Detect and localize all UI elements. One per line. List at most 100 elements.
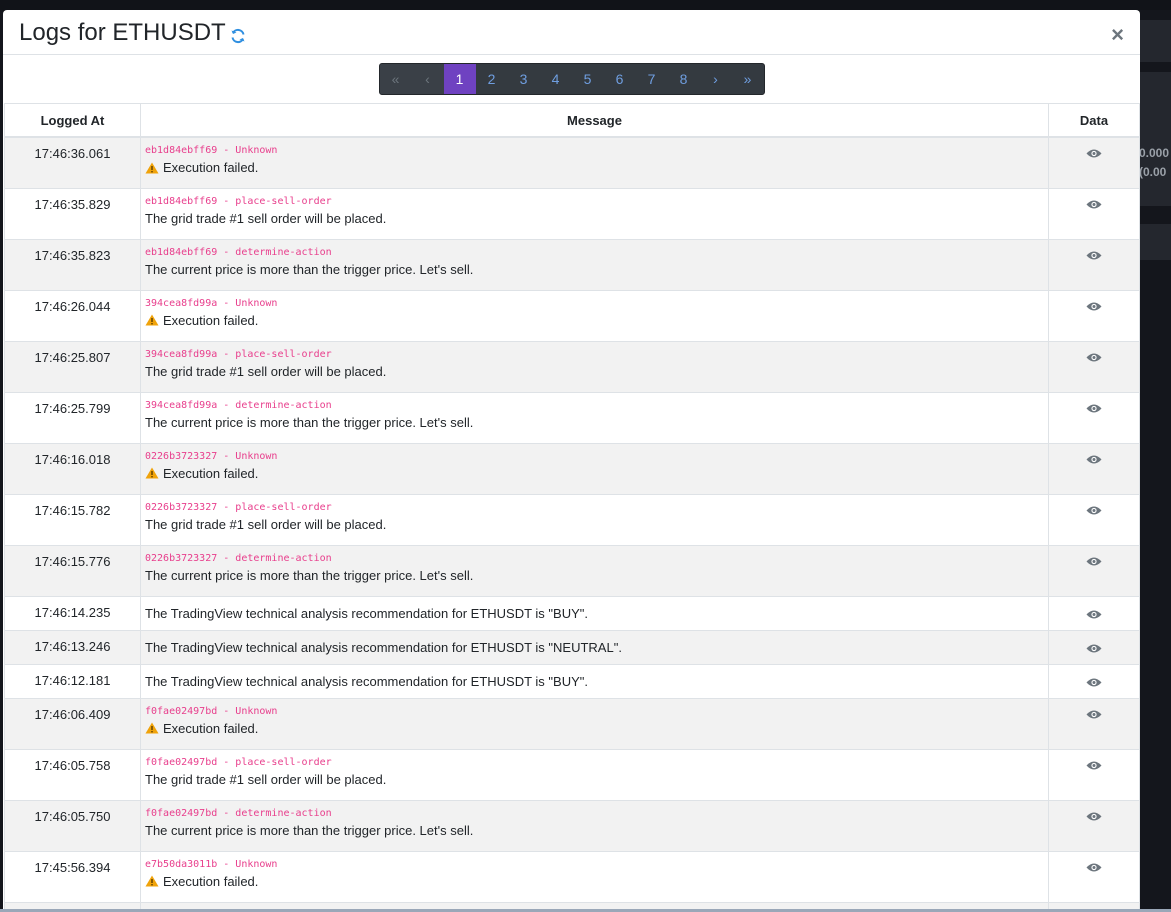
page-3-button[interactable]: 3 — [508, 64, 540, 94]
log-message-text: The grid trade #1 sell order will be pla… — [145, 771, 387, 787]
data-cell — [1048, 340, 1140, 393]
table-row: 17:46:15.782 0226b3723327 - place-sell-or… — [4, 493, 1140, 546]
eye-icon[interactable] — [1086, 555, 1102, 566]
page-8-button[interactable]: 8 — [668, 64, 700, 94]
page-prev-button[interactable]: ‹ — [411, 64, 444, 94]
table-row: 17:46:06.409 f0fae02497bd - Unknown Execut… — [4, 697, 1140, 750]
logged-at-cell: 17:46:06.409 — [4, 697, 141, 750]
table-row: 17:46:16.018 0226b3723327 - Unknown Execut… — [4, 442, 1140, 495]
log-message: Execution failed. — [145, 721, 1044, 736]
eye-icon[interactable] — [1086, 861, 1102, 872]
table-row: 17:46:15.776 0226b3723327 - determine-act… — [4, 544, 1140, 597]
logged-at-cell: 17:46:15.776 — [4, 544, 141, 597]
warning-icon — [145, 875, 159, 887]
logs-modal: Logs for ETHUSDT × « ‹ 1 2 3 4 5 6 7 8 ›… — [3, 10, 1140, 912]
backdrop — [0, 0, 1171, 10]
page-first-button[interactable]: « — [379, 64, 412, 94]
eye-icon[interactable] — [1086, 810, 1102, 821]
eye-icon[interactable] — [1086, 198, 1102, 209]
log-source: 0226b3723327 - Unknown — [145, 450, 278, 462]
message-cell: 0226b3723327 - determine-action The curre… — [140, 544, 1049, 597]
page-last-button[interactable]: » — [732, 64, 764, 94]
eye-icon[interactable] — [1086, 676, 1102, 687]
logged-at-cell: 17:45:56.394 — [4, 850, 141, 903]
data-cell — [1048, 187, 1140, 240]
log-message-text: Execution failed. — [163, 160, 259, 175]
message-cell: The TradingView technical analysis recom… — [140, 629, 1049, 665]
table-row: 17:46:35.829 eb1d84ebff69 - place-sell-or… — [4, 187, 1140, 240]
pagination: « ‹ 1 2 3 4 5 6 7 8 › » — [378, 63, 765, 95]
background-panel — [1140, 224, 1171, 260]
table-row: 17:46:36.061 eb1d84ebff69 - Unknown Execut… — [4, 136, 1140, 189]
log-message-text: The current price is more than the trigg… — [145, 261, 474, 277]
log-message: The TradingView technical analysis recom… — [145, 606, 1044, 621]
log-source: e7b50da3011b - Unknown — [145, 858, 278, 870]
log-source: eb1d84ebff69 - Unknown — [145, 145, 278, 156]
message-cell: 394cea8fd99a - determine-action The curre… — [140, 391, 1049, 444]
close-button[interactable]: × — [1111, 24, 1124, 46]
logged-at-cell: 17:46:05.750 — [4, 799, 141, 852]
eye-icon[interactable] — [1086, 759, 1102, 770]
eye-icon[interactable] — [1086, 608, 1102, 619]
logged-at-cell: 17:46:14.235 — [4, 595, 141, 631]
log-message: The current price is more than the trigg… — [145, 262, 1044, 277]
table-row: 17:46:35.823 eb1d84ebff69 - determine-act… — [4, 238, 1140, 291]
close-icon: × — [1111, 22, 1124, 47]
log-message-text: The grid trade #1 sell order will be pla… — [145, 363, 387, 379]
message-cell: 0226b3723327 - Unknown Execution failed. — [140, 442, 1049, 495]
message-cell: f0fae02497bd - Unknown Execution failed. — [140, 697, 1049, 750]
log-message: Execution failed. — [145, 160, 1044, 175]
message-cell: 0226b3723327 - place-sell-order The grid … — [140, 493, 1049, 546]
data-cell — [1048, 663, 1140, 699]
log-source: eb1d84ebff69 - determine-action — [145, 246, 332, 258]
warning-icon — [145, 467, 159, 479]
message-cell: eb1d84ebff69 - determine-action The curre… — [140, 238, 1049, 291]
data-cell — [1048, 289, 1140, 342]
data-cell — [1048, 748, 1140, 801]
log-source: 394cea8fd99a - determine-action — [145, 399, 332, 411]
log-message-text: The TradingView technical analysis recom… — [145, 639, 622, 655]
message-cell: eb1d84ebff69 - Unknown Execution failed. — [140, 136, 1049, 189]
background-panel — [1140, 20, 1171, 62]
logged-at-cell: 17:46:35.823 — [4, 238, 141, 291]
page-7-button[interactable]: 7 — [636, 64, 668, 94]
table-row: 17:46:12.181 The TradingView technical an… — [4, 663, 1140, 699]
log-message-text: The grid trade #1 sell order will be pla… — [145, 516, 387, 532]
warning-icon — [145, 162, 159, 174]
modal-title: Logs for ETHUSDT — [19, 19, 246, 47]
data-cell — [1048, 544, 1140, 597]
log-message-text: Execution failed. — [163, 312, 259, 328]
eye-icon[interactable] — [1086, 504, 1102, 515]
page-4-button[interactable]: 4 — [540, 64, 572, 94]
log-source: f0fae02497bd - place-sell-order — [145, 756, 332, 768]
data-cell — [1048, 493, 1140, 546]
log-message: The grid trade #1 sell order will be pla… — [145, 517, 1044, 532]
log-message-text: The current price is more than the trigg… — [145, 567, 474, 583]
eye-icon[interactable] — [1086, 300, 1102, 311]
column-header-logged-at: Logged At — [4, 103, 141, 138]
log-message: The grid trade #1 sell order will be pla… — [145, 772, 1044, 787]
data-cell — [1048, 850, 1140, 903]
data-cell — [1048, 697, 1140, 750]
table-row: 17:46:26.044 394cea8fd99a - Unknown Execut… — [4, 289, 1140, 342]
page-5-button[interactable]: 5 — [572, 64, 604, 94]
eye-icon[interactable] — [1086, 147, 1102, 158]
logged-at-cell: 17:46:13.246 — [4, 629, 141, 665]
log-source: eb1d84ebff69 - place-sell-order — [145, 195, 332, 207]
page-6-button[interactable]: 6 — [604, 64, 636, 94]
log-source: f0fae02497bd - determine-action — [145, 807, 332, 819]
logs-table: Logged At Message Data 17:46:36.061 eb1d8… — [4, 103, 1140, 912]
page-2-button[interactable]: 2 — [476, 64, 508, 94]
log-message-text: Execution failed. — [163, 465, 259, 481]
eye-icon[interactable] — [1086, 351, 1102, 362]
page-next-button[interactable]: › — [700, 64, 732, 94]
refresh-icon[interactable] — [230, 23, 246, 43]
eye-icon[interactable] — [1086, 708, 1102, 719]
page-1-button[interactable]: 1 — [443, 64, 476, 94]
log-message-text: The grid trade #1 sell order will be pla… — [145, 210, 387, 226]
eye-icon[interactable] — [1086, 642, 1102, 653]
eye-icon[interactable] — [1086, 453, 1102, 464]
eye-icon[interactable] — [1086, 402, 1102, 413]
eye-icon[interactable] — [1086, 249, 1102, 260]
logs-table-body: 17:46:36.061 eb1d84ebff69 - Unknown Execut… — [4, 136, 1140, 912]
